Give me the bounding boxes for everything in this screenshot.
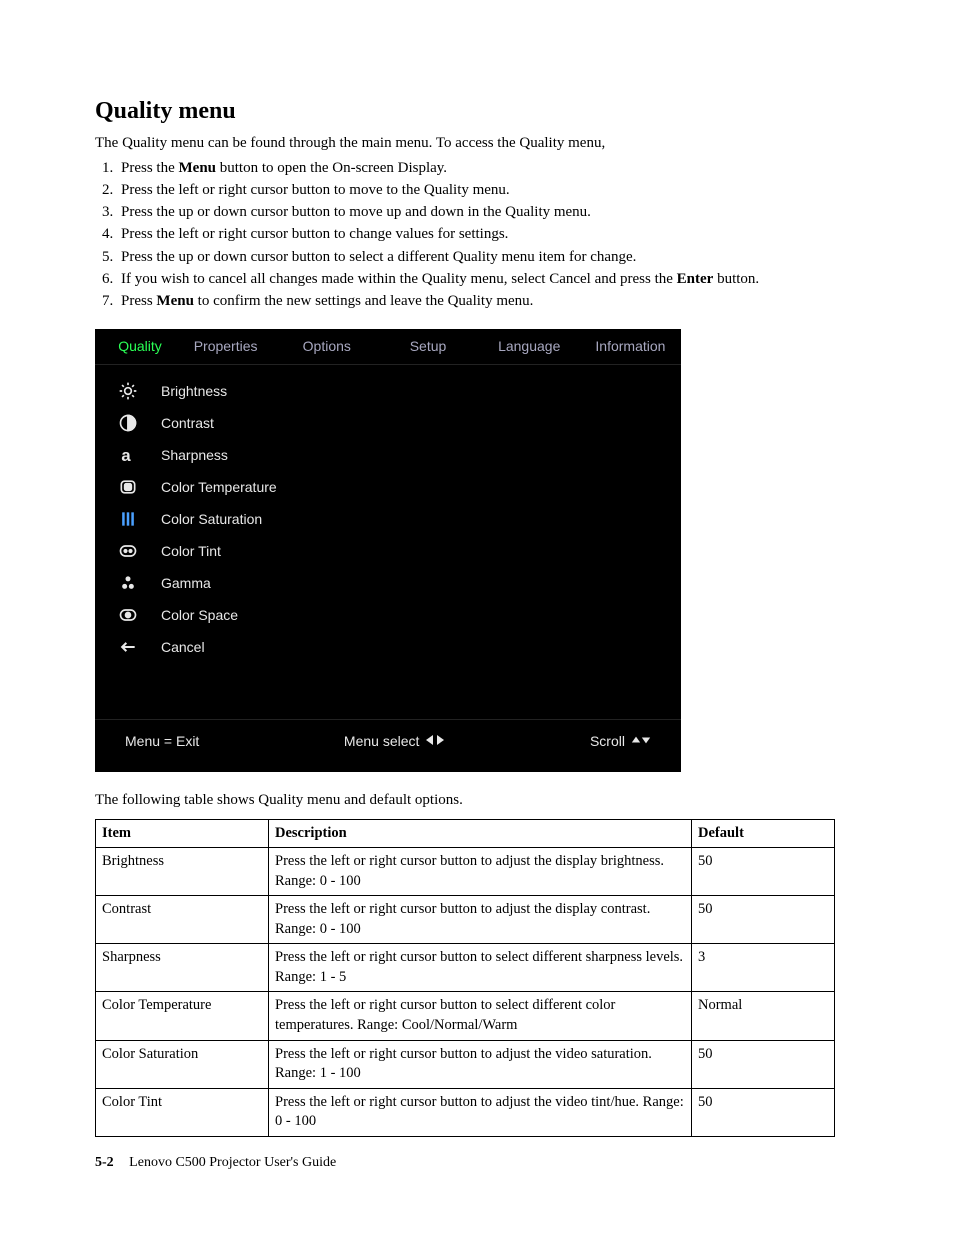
osd-item-label: Brightness	[161, 382, 227, 401]
osd-footer-select: Menu select	[344, 732, 445, 751]
osd-item-label: Color Saturation	[161, 510, 262, 529]
book-title: Lenovo C500 Projector User's Guide	[129, 1155, 336, 1170]
osd-item-label: Contrast	[161, 414, 214, 433]
osd-item-sharpness[interactable]: a Sharpness	[95, 439, 681, 471]
table-row: Color SaturationPress the left or right …	[96, 1040, 835, 1088]
contrast-icon	[95, 413, 161, 433]
gamma-icon	[95, 573, 161, 593]
color-space-icon	[95, 605, 161, 625]
th-default: Default	[692, 819, 835, 848]
color-temperature-icon	[95, 477, 161, 497]
tab-language[interactable]: Language	[479, 329, 580, 364]
steps-list: Press the Menu button to open the On-scr…	[95, 158, 854, 312]
osd-footer-scroll: Scroll	[590, 732, 651, 751]
page-footer: 5-2 Lenovo C500 Projector User's Guide	[95, 1154, 336, 1173]
osd-item-contrast[interactable]: Contrast	[95, 407, 681, 439]
sharpness-icon: a	[95, 445, 161, 465]
intro-text: The Quality menu can be found through th…	[95, 133, 854, 153]
tab-information[interactable]: Information	[580, 329, 681, 364]
osd-item-label: Color Temperature	[161, 478, 277, 497]
table-row: ContrastPress the left or right cursor b…	[96, 896, 835, 944]
cancel-icon	[95, 637, 161, 657]
osd-item-color-temperature[interactable]: Color Temperature	[95, 471, 681, 503]
osd-item-label: Gamma	[161, 574, 211, 593]
osd-item-color-space[interactable]: Color Space	[95, 599, 681, 631]
osd-item-brightness[interactable]: Brightness	[95, 375, 681, 407]
brightness-icon	[95, 381, 161, 401]
tab-setup[interactable]: Setup	[377, 329, 478, 364]
left-right-arrows-icon	[425, 732, 445, 751]
table-row: Color TemperaturePress the left or right…	[96, 992, 835, 1040]
osd-item-label: Color Tint	[161, 542, 221, 561]
osd-item-cancel[interactable]: Cancel	[95, 631, 681, 663]
table-row: BrightnessPress the left or right cursor…	[96, 848, 835, 896]
options-table: Item Description Default BrightnessPress…	[95, 819, 835, 1137]
tab-options[interactable]: Options	[276, 329, 377, 364]
osd-footer: Menu = Exit Menu select Scroll	[95, 719, 681, 772]
osd-tab-bar: Quality Properties Options Setup Languag…	[95, 329, 681, 365]
table-row: Color TintPress the left or right cursor…	[96, 1088, 835, 1136]
table-caption: The following table shows Quality menu a…	[95, 790, 854, 810]
tab-properties[interactable]: Properties	[175, 329, 276, 364]
svg-text:a: a	[121, 446, 131, 465]
osd-item-color-saturation[interactable]: Color Saturation	[95, 503, 681, 535]
osd-footer-exit: Menu = Exit	[125, 732, 199, 751]
osd-item-color-tint[interactable]: Color Tint	[95, 535, 681, 567]
up-down-arrows-icon	[631, 732, 651, 751]
page-number: 5-2	[95, 1155, 114, 1170]
th-item: Item	[96, 819, 269, 848]
osd-item-label: Sharpness	[161, 446, 228, 465]
osd-item-label: Cancel	[161, 638, 205, 657]
osd-screenshot: Quality Properties Options Setup Languag…	[95, 329, 681, 772]
page-title: Quality menu	[95, 95, 854, 127]
th-description: Description	[269, 819, 692, 848]
osd-item-list: Brightness Contrast a Sharpness Color Te…	[95, 365, 681, 715]
color-saturation-icon	[95, 509, 161, 529]
osd-item-gamma[interactable]: Gamma	[95, 567, 681, 599]
tab-quality[interactable]: Quality	[95, 329, 175, 364]
table-row: SharpnessPress the left or right cursor …	[96, 944, 835, 992]
osd-item-label: Color Space	[161, 606, 238, 625]
color-tint-icon	[95, 541, 161, 561]
